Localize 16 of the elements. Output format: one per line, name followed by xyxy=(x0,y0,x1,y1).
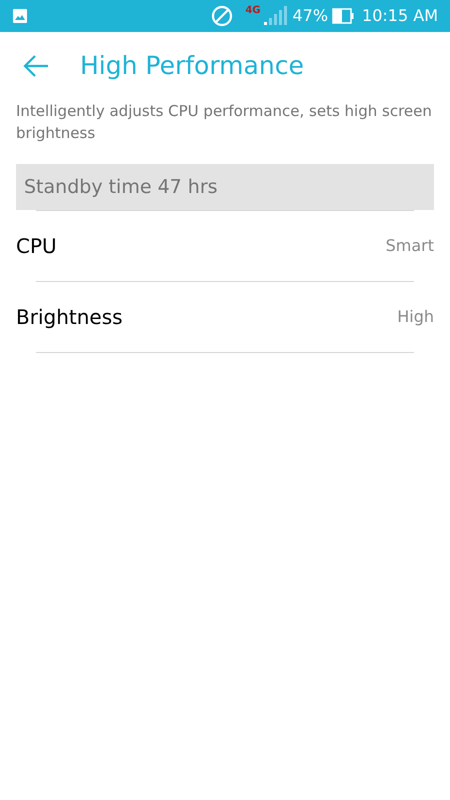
page-title: High Performance xyxy=(80,50,304,82)
signal-icon xyxy=(264,6,288,26)
network-type: 4G xyxy=(245,4,260,18)
setting-label: CPU xyxy=(16,233,57,260)
battery-percent: 47% xyxy=(292,5,328,27)
do-not-disturb-icon xyxy=(211,5,234,27)
clock: 10:15 AM xyxy=(362,5,438,27)
setting-row[interactable]: CPU Smart xyxy=(0,211,450,281)
description: Intelligently adjusts CPU performance, sets high screen brightness xyxy=(15,101,433,144)
battery-icon xyxy=(332,8,354,24)
setting-label: Brightness xyxy=(16,304,123,331)
standby-banner: Standby time 47 hrs xyxy=(16,164,434,210)
image-icon xyxy=(12,8,28,24)
setting-value: High xyxy=(397,306,434,328)
setting-value: Smart xyxy=(386,235,434,257)
setting-row[interactable]: Brightness High xyxy=(0,282,450,352)
